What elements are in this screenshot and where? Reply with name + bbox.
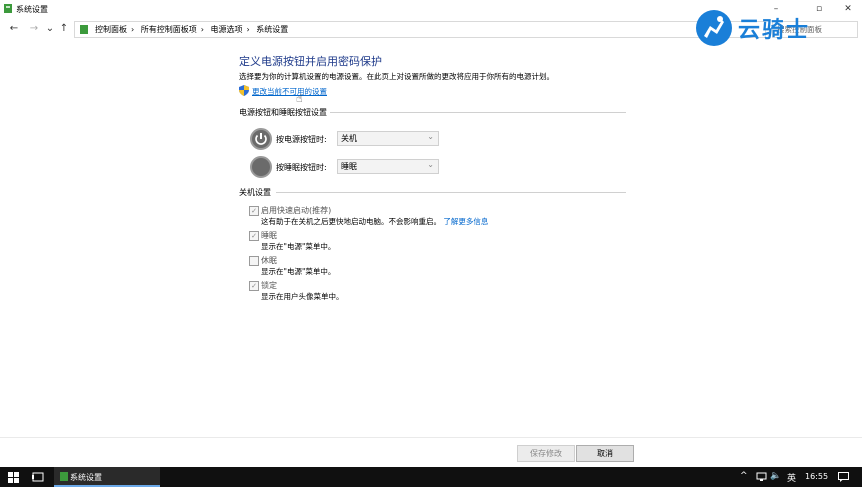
shield-icon xyxy=(239,85,249,96)
sleep-checkbox[interactable]: ✓ xyxy=(249,231,259,241)
chevron-down-icon: ⌄ xyxy=(427,160,434,169)
chevron-down-icon: ⌄ xyxy=(427,132,434,141)
breadcrumb-item[interactable]: 所有控制面板项 xyxy=(141,25,197,34)
lock-option-title: 锁定 xyxy=(261,281,277,290)
taskbar-app-button[interactable]: 系统设置 xyxy=(54,467,160,487)
sleep-button-label: 按睡眠按钮时: xyxy=(276,163,327,172)
cancel-button[interactable]: 取消 xyxy=(576,445,634,462)
sleep-button-icon xyxy=(250,156,272,178)
fast-startup-desc: 这有助于在关机之后更快地启动电脑。不会影响重启。 了解更多信息 xyxy=(261,216,488,227)
page-description: 选择要为你的计算机设置的电源设置。在此页上对设置所做的更改将应用于你所有的电源计… xyxy=(239,72,554,81)
taskbar-app-label: 系统设置 xyxy=(70,473,102,482)
brand-logo: 云骑士 xyxy=(690,6,860,50)
chevron-right-icon: › xyxy=(246,25,250,34)
brand-logo-text: 云骑士 xyxy=(738,18,811,43)
power-button-action-select[interactable]: 关机 ⌄ xyxy=(337,131,439,146)
recent-locations-button[interactable]: ⌄ xyxy=(44,22,56,36)
hibernate-option-desc: 显示在"电源"菜单中。 xyxy=(261,267,336,276)
breadcrumb-item[interactable]: 系统设置 xyxy=(256,25,288,34)
windows-start-icon[interactable] xyxy=(8,472,19,483)
sleep-button-action-select[interactable]: 睡眠 ⌄ xyxy=(337,159,439,174)
fast-startup-title: 启用快速启动(推荐) xyxy=(261,206,332,215)
sleep-button-action-value: 睡眠 xyxy=(341,162,357,171)
forward-button[interactable]: → xyxy=(28,22,40,36)
power-button-action-value: 关机 xyxy=(341,134,357,143)
chevron-right-icon: › xyxy=(131,25,135,34)
power-section-title: 电源按钮和睡眠按钮设置 xyxy=(239,108,327,117)
save-button[interactable]: 保存修改 xyxy=(517,445,575,462)
app-icon xyxy=(3,3,13,14)
power-button-icon xyxy=(250,128,272,150)
fast-startup-checkbox[interactable]: ✓ xyxy=(249,206,259,216)
fast-startup-desc-text: 这有助于在关机之后更快地启动电脑。不会影响重启。 xyxy=(261,217,441,226)
sleep-option-title: 睡眠 xyxy=(261,231,277,240)
breadcrumb: 控制面板 › 所有控制面板项 › 电源选项 › 系统设置 xyxy=(95,24,292,35)
hand-cursor-icon: ☝ xyxy=(296,92,303,105)
app-icon xyxy=(59,471,69,482)
taskbar: 系统设置 ^ 🔈 英 16:55 xyxy=(0,467,862,487)
shutdown-section-title: 关机设置 xyxy=(239,188,271,197)
hibernate-checkbox[interactable] xyxy=(249,256,259,266)
chevron-up-icon[interactable]: ^ xyxy=(740,471,748,481)
window-title: 系统设置 xyxy=(16,5,48,14)
hibernate-option-title: 休眠 xyxy=(261,256,277,265)
clock[interactable]: 16:55 xyxy=(805,472,828,481)
power-button-label: 按电源按钮时: xyxy=(276,135,327,144)
sleep-option-desc: 显示在"电源"菜单中。 xyxy=(261,242,336,251)
change-settings-link[interactable]: 更改当前不可用的设置 xyxy=(252,86,327,97)
lock-option-desc: 显示在用户头像菜单中。 xyxy=(261,292,344,301)
up-button[interactable]: ↑ xyxy=(58,22,70,36)
ime-indicator[interactable]: 英 xyxy=(787,471,796,484)
volume-icon[interactable]: 🔈 xyxy=(770,471,781,481)
breadcrumb-item[interactable]: 电源选项 xyxy=(211,25,243,34)
notification-icon[interactable] xyxy=(838,472,849,482)
learn-more-link[interactable]: 了解更多信息 xyxy=(443,217,488,226)
footer-divider xyxy=(0,437,862,438)
back-button[interactable]: ← xyxy=(8,22,20,36)
lock-checkbox[interactable]: ✓ xyxy=(249,281,259,291)
chevron-right-icon: › xyxy=(200,25,204,34)
divider xyxy=(276,192,626,193)
task-view-icon[interactable] xyxy=(32,472,44,483)
address-bar[interactable]: 控制面板 › 所有控制面板项 › 电源选项 › 系统设置 xyxy=(74,21,766,38)
divider xyxy=(330,112,626,113)
page-title: 定义电源按钮并启用密码保护 xyxy=(239,55,382,68)
breadcrumb-item[interactable]: 控制面板 xyxy=(95,25,127,34)
network-icon[interactable] xyxy=(756,472,767,482)
control-panel-icon xyxy=(79,24,89,35)
